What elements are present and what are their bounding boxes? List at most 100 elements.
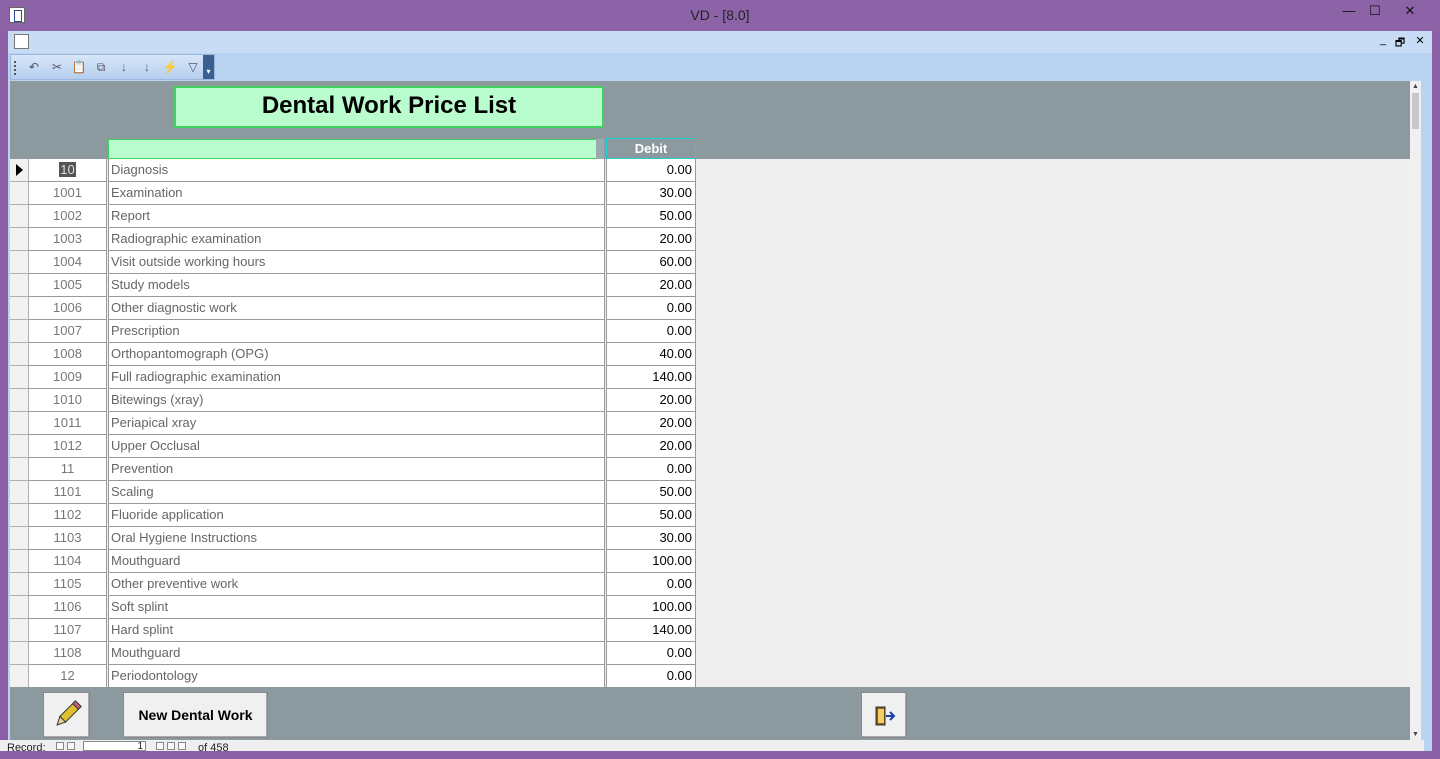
- cut-icon[interactable]: ✂: [48, 58, 66, 76]
- code-field[interactable]: 1001: [29, 182, 107, 205]
- column-sizer[interactable]: [596, 139, 604, 159]
- table-row[interactable]: 1007 Prescription 0.00: [10, 320, 696, 343]
- debit-field[interactable]: 30.00: [606, 527, 696, 550]
- code-field[interactable]: 1108: [29, 642, 107, 665]
- debit-field[interactable]: 140.00: [606, 619, 696, 642]
- previous-record-button[interactable]: [67, 742, 75, 750]
- debit-field[interactable]: 100.00: [606, 550, 696, 573]
- debit-field[interactable]: 20.00: [606, 412, 696, 435]
- sort-ascending-icon[interactable]: ↓: [115, 58, 133, 76]
- scroll-thumb[interactable]: [1412, 93, 1419, 129]
- code-field[interactable]: 1007: [29, 320, 107, 343]
- table-row[interactable]: 11 Prevention 0.00: [10, 458, 696, 481]
- record-selector[interactable]: [10, 343, 29, 366]
- description-field[interactable]: Radiographic examination: [108, 228, 605, 251]
- paste-icon[interactable]: 📋: [70, 58, 88, 76]
- table-row[interactable]: 1006 Other diagnostic work 0.00: [10, 297, 696, 320]
- debit-field[interactable]: 100.00: [606, 596, 696, 619]
- record-selector[interactable]: [10, 527, 29, 550]
- table-row[interactable]: 1002 Report 50.00: [10, 205, 696, 228]
- description-field[interactable]: Scaling: [108, 481, 605, 504]
- debit-field[interactable]: 0.00: [606, 665, 696, 687]
- table-row[interactable]: 1005 Study models 20.00: [10, 274, 696, 297]
- code-field[interactable]: 1004: [29, 251, 107, 274]
- record-selector[interactable]: [10, 550, 29, 573]
- record-selector[interactable]: [10, 251, 29, 274]
- debit-field[interactable]: 20.00: [606, 274, 696, 297]
- description-field[interactable]: Mouthguard: [108, 550, 605, 573]
- description-field[interactable]: Other preventive work: [108, 573, 605, 596]
- description-field[interactable]: Mouthguard: [108, 642, 605, 665]
- record-selector[interactable]: [10, 665, 29, 687]
- debit-field[interactable]: 0.00: [606, 159, 696, 182]
- first-record-button[interactable]: [56, 742, 64, 750]
- table-row[interactable]: 1104 Mouthguard 100.00: [10, 550, 696, 573]
- debit-field[interactable]: 50.00: [606, 504, 696, 527]
- current-record-input[interactable]: 1: [83, 741, 146, 751]
- table-row[interactable]: 1004 Visit outside working hours 60.00: [10, 251, 696, 274]
- record-selector[interactable]: [10, 619, 29, 642]
- description-field[interactable]: Visit outside working hours: [108, 251, 605, 274]
- record-selector[interactable]: [10, 481, 29, 504]
- document-icon[interactable]: [14, 34, 29, 49]
- record-selector[interactable]: [10, 366, 29, 389]
- vertical-scrollbar[interactable]: ▲ ▼: [1410, 81, 1421, 740]
- table-row[interactable]: 1003 Radiographic examination 20.00: [10, 228, 696, 251]
- toolbar-grip[interactable]: [14, 61, 18, 75]
- code-field[interactable]: 10: [29, 159, 107, 182]
- scroll-down-icon[interactable]: ▼: [1411, 730, 1420, 739]
- record-selector[interactable]: [10, 642, 29, 665]
- filter-icon[interactable]: ▽: [184, 58, 202, 76]
- code-field[interactable]: 1003: [29, 228, 107, 251]
- code-field[interactable]: 1012: [29, 435, 107, 458]
- exit-button[interactable]: [861, 692, 907, 738]
- record-selector[interactable]: [10, 412, 29, 435]
- filter-by-selection-icon[interactable]: ⚡: [161, 58, 179, 76]
- maximize-button[interactable]: ☐: [1359, 0, 1391, 22]
- description-field[interactable]: Examination: [108, 182, 605, 205]
- code-field[interactable]: 1102: [29, 504, 107, 527]
- record-selector[interactable]: [10, 504, 29, 527]
- description-field[interactable]: Periodontology: [108, 665, 605, 687]
- record-selector[interactable]: [10, 596, 29, 619]
- record-selector[interactable]: [10, 435, 29, 458]
- table-row[interactable]: 1010 Bitewings (xray) 20.00: [10, 389, 696, 412]
- debit-field[interactable]: 0.00: [606, 573, 696, 596]
- debit-field[interactable]: 50.00: [606, 481, 696, 504]
- debit-field[interactable]: 50.00: [606, 205, 696, 228]
- code-field[interactable]: 1104: [29, 550, 107, 573]
- table-row[interactable]: 10 Diagnosis 0.00: [10, 159, 696, 182]
- description-field[interactable]: Study models: [108, 274, 605, 297]
- description-field[interactable]: Soft splint: [108, 596, 605, 619]
- description-field[interactable]: Full radiographic examination: [108, 366, 605, 389]
- code-field[interactable]: 1005: [29, 274, 107, 297]
- code-field[interactable]: 1002: [29, 205, 107, 228]
- new-record-button[interactable]: [178, 742, 186, 750]
- debit-field[interactable]: 0.00: [606, 458, 696, 481]
- code-field[interactable]: 1006: [29, 297, 107, 320]
- debit-field[interactable]: 20.00: [606, 228, 696, 251]
- code-field[interactable]: 1009: [29, 366, 107, 389]
- description-field[interactable]: Hard splint: [108, 619, 605, 642]
- new-dental-work-button[interactable]: New Dental Work: [123, 692, 268, 738]
- child-restore-button[interactable]: 🗗: [1392, 34, 1408, 53]
- record-selector[interactable]: [10, 573, 29, 596]
- edit-button[interactable]: [43, 692, 90, 738]
- scroll-up-icon[interactable]: ▲: [1411, 82, 1420, 91]
- description-field[interactable]: Upper Occlusal: [108, 435, 605, 458]
- code-field[interactable]: 1008: [29, 343, 107, 366]
- table-row[interactable]: 12 Periodontology 0.00: [10, 665, 696, 687]
- code-field[interactable]: 1107: [29, 619, 107, 642]
- record-selector[interactable]: [10, 228, 29, 251]
- debit-field[interactable]: 30.00: [606, 182, 696, 205]
- close-button[interactable]: ✕: [1394, 0, 1426, 22]
- description-field[interactable]: Prescription: [108, 320, 605, 343]
- copy-icon[interactable]: ⧉: [92, 58, 110, 76]
- table-row[interactable]: 1108 Mouthguard 0.00: [10, 642, 696, 665]
- code-field[interactable]: 1103: [29, 527, 107, 550]
- table-row[interactable]: 1107 Hard splint 140.00: [10, 619, 696, 642]
- code-field[interactable]: 1010: [29, 389, 107, 412]
- code-field[interactable]: 1106: [29, 596, 107, 619]
- debit-field[interactable]: 20.00: [606, 435, 696, 458]
- child-close-button[interactable]: ✕: [1412, 34, 1428, 47]
